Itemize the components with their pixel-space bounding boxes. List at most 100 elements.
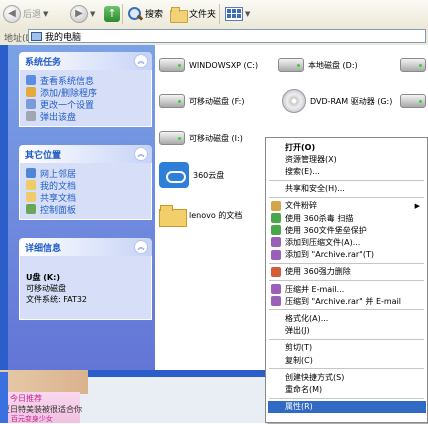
menu-separator bbox=[269, 262, 424, 264]
ad-banner-image bbox=[0, 370, 88, 394]
details-title: 详细信息 bbox=[25, 243, 62, 254]
details-header[interactable]: 详细信息 ︽ bbox=[19, 238, 152, 256]
context-menu-item[interactable]: 打开(O) bbox=[268, 141, 426, 153]
settings-icon bbox=[26, 99, 36, 109]
menu-item-label: 压缩并 E-mail... bbox=[285, 284, 345, 294]
menu-item-label: 弹出(J) bbox=[285, 326, 310, 336]
drive-item[interactable] bbox=[400, 58, 426, 72]
documents-folder-icon bbox=[26, 180, 36, 190]
address-field[interactable]: 我的电脑 bbox=[28, 29, 426, 43]
chevron-down-icon[interactable]: ▼ bbox=[90, 10, 95, 18]
folders-label: 文件夹 bbox=[189, 10, 217, 20]
details-panel: 详细信息 ︽ U盘 (K:) 可移动磁盘 文件系统: FAT32 bbox=[19, 238, 152, 320]
menu-separator bbox=[269, 338, 424, 340]
context-menu-item[interactable]: 复制(C) bbox=[268, 354, 426, 366]
menu-item-label: 文件粉碎 bbox=[285, 201, 317, 211]
place-network[interactable]: 网上邻居 bbox=[26, 167, 145, 180]
drive-item[interactable]: 本地磁盘 (D:) bbox=[278, 58, 358, 72]
collapse-chevron-icon[interactable]: ︽ bbox=[134, 240, 148, 254]
task-view-system-info[interactable]: 查看系统信息 bbox=[26, 74, 145, 87]
removable-disk-icon bbox=[159, 94, 185, 108]
task-pane: 系统任务 ︽ 查看系统信息 添加/删除程序 更改一个设置 弹出该盘 其它位置 ︽… bbox=[8, 45, 155, 370]
menu-separator bbox=[269, 179, 424, 181]
menu-item-label: 创建快捷方式(S) bbox=[285, 372, 345, 382]
context-menu-item[interactable]: 使用 360强力删除 bbox=[268, 266, 426, 278]
drive-item[interactable]: 可移动磁盘 (F:) bbox=[159, 94, 244, 108]
context-menu-item[interactable]: 使用 360杀毒 扫描 bbox=[268, 212, 426, 224]
context-menu-item[interactable]: 资源管理器(X) bbox=[268, 153, 426, 165]
drive-item[interactable] bbox=[400, 94, 426, 108]
context-menu-item[interactable]: 添加到压缩文件(A)... bbox=[268, 236, 426, 248]
hard-disk-icon bbox=[159, 58, 185, 72]
context-menu-item[interactable]: 使用 360文件堡垒保护 bbox=[268, 224, 426, 236]
place-my-documents[interactable]: 我的文档 bbox=[26, 179, 145, 192]
menu-item-label: 资源管理器(X) bbox=[285, 154, 337, 164]
other-places-title: 其它位置 bbox=[25, 150, 62, 161]
drive-item[interactable]: 360云盘 bbox=[159, 162, 224, 188]
context-menu-item[interactable]: 创建快捷方式(S) bbox=[268, 371, 426, 383]
context-menu-item[interactable]: 剪切(T) bbox=[268, 342, 426, 354]
menu-item-icon bbox=[271, 249, 281, 260]
place-label: 控制面板 bbox=[40, 205, 77, 216]
search-button[interactable]: 搜索 bbox=[127, 3, 163, 24]
task-label: 弹出该盘 bbox=[40, 112, 77, 123]
other-places-header[interactable]: 其它位置 ︽ bbox=[19, 145, 152, 163]
drive-item[interactable]: DVD-RAM 驱动器 (G:) bbox=[282, 89, 392, 113]
system-tasks-panel: 系统任务 ︽ 查看系统信息 添加/删除程序 更改一个设置 弹出该盘 bbox=[19, 52, 152, 127]
control-panel-icon bbox=[26, 204, 36, 214]
menu-item-icon bbox=[271, 213, 281, 223]
place-shared-documents[interactable]: 共享文档 bbox=[26, 191, 145, 204]
collapse-chevron-icon[interactable]: ︽ bbox=[134, 147, 148, 161]
task-add-remove-programs[interactable]: 添加/删除程序 bbox=[26, 86, 145, 99]
menu-item-icon bbox=[271, 200, 281, 211]
collapse-chevron-icon[interactable]: ︽ bbox=[134, 54, 148, 68]
system-tasks-header[interactable]: 系统任务 ︽ bbox=[19, 52, 152, 70]
context-menu-item[interactable]: 添加到 "Archive.rar"(T) bbox=[268, 249, 426, 261]
place-control-panel[interactable]: 控制面板 bbox=[26, 203, 145, 216]
back-label: 后退 bbox=[23, 10, 42, 20]
context-menu-item[interactable]: 属性(R) bbox=[268, 400, 426, 413]
context-menu-item[interactable]: 格式化(A)... bbox=[268, 312, 426, 324]
my-computer-icon bbox=[31, 31, 42, 41]
network-icon bbox=[26, 168, 36, 178]
drive-item[interactable]: WINDOWSXP (C:) bbox=[159, 58, 258, 72]
menu-item-label: 格式化(A)... bbox=[285, 313, 329, 323]
ad-banner[interactable]: 今日推荐 夏日特美装被很适合你 ■ 百元变身少女 bbox=[0, 392, 82, 423]
task-change-setting[interactable]: 更改一个设置 bbox=[26, 98, 145, 111]
menu-item-icon bbox=[271, 237, 281, 248]
folder-item[interactable]: lenovo 的文档 bbox=[159, 205, 242, 227]
context-menu-item[interactable]: 搜索(E)... bbox=[268, 165, 426, 177]
programs-icon bbox=[26, 87, 36, 97]
context-menu-item[interactable]: 弹出(J) bbox=[268, 325, 426, 337]
folders-button[interactable]: 文件夹 bbox=[170, 3, 216, 24]
context-menu-item[interactable]: 文件粉碎 ▶ bbox=[268, 200, 426, 212]
context-menu-item[interactable]: 重命名(M) bbox=[268, 383, 426, 395]
menu-separator bbox=[269, 368, 424, 370]
menu-item-label: 压缩到 "Archive.rar" 并 E-mail bbox=[285, 296, 402, 306]
shared-folder-icon bbox=[26, 192, 36, 202]
menu-item-icon bbox=[271, 296, 281, 307]
menu-item-label: 复制(C) bbox=[285, 355, 313, 365]
context-menu-item[interactable]: 共享和安全(H)... bbox=[268, 183, 426, 195]
menu-item-label: 属性(R) bbox=[285, 402, 313, 412]
back-button[interactable]: ◀ 后退 ▼ bbox=[3, 3, 48, 24]
context-menu-item[interactable]: 压缩并 E-mail... bbox=[268, 283, 426, 295]
system-tasks-body: 查看系统信息 添加/删除程序 更改一个设置 弹出该盘 bbox=[19, 70, 152, 127]
context-menu: 打开(O) 资源管理器(X) 搜索(E)... 共享和安全(H)... 文件粉碎 ▶ 使用 … bbox=[265, 137, 428, 423]
forward-button[interactable]: ▶ ▼ bbox=[70, 3, 95, 24]
drive-item[interactable]: 可移动磁盘 (I:) bbox=[159, 131, 243, 145]
search-label: 搜索 bbox=[145, 10, 164, 20]
task-eject-drive[interactable]: 弹出该盘 bbox=[26, 110, 145, 123]
chevron-down-icon[interactable]: ▼ bbox=[43, 10, 48, 18]
chevron-down-icon[interactable]: ▼ bbox=[245, 10, 250, 18]
menu-item-label: 使用 360文件堡垒保护 bbox=[285, 225, 367, 235]
details-name: U盘 (K:) bbox=[26, 273, 60, 282]
menu-item-label: 重命名(M) bbox=[285, 384, 323, 394]
menu-item-label: 使用 360杀毒 扫描 bbox=[285, 213, 354, 223]
views-button[interactable]: ▼ bbox=[225, 3, 250, 24]
up-button[interactable]: ↑ bbox=[104, 3, 120, 24]
menu-separator bbox=[269, 309, 424, 311]
address-value: 我的电脑 bbox=[45, 32, 82, 43]
menu-separator bbox=[269, 280, 424, 281]
context-menu-item[interactable]: 压缩到 "Archive.rar" 并 E-mail bbox=[268, 295, 426, 307]
